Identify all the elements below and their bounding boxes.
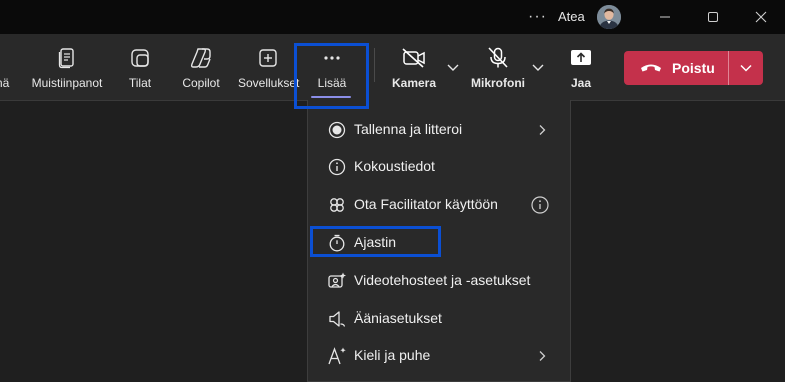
menu-item-label: Kokoustiedot [354,158,435,174]
avatar[interactable] [597,5,621,29]
notes-icon [56,47,78,69]
toolbar-item-label: mä [0,76,10,90]
toolbar-item-label: Muistiinpanot [31,76,103,90]
minimize-icon[interactable] [655,7,675,27]
maximize-icon[interactable] [703,7,723,27]
user-name: Atea [558,9,585,24]
toolbar-item-label: Kamera [391,76,437,90]
facilitator-info-icon[interactable] [530,195,550,215]
toolbar-item-more[interactable]: Lisää [309,34,355,100]
video-effects-icon [327,271,347,291]
camera-options-chevron-icon[interactable] [446,60,460,74]
camera-off-icon [401,47,427,69]
close-icon[interactable] [751,7,771,27]
menu-item-record-transcribe[interactable]: Tallenna ja litteroi [308,111,570,148]
toolbar-item-copilot[interactable]: Copilot [176,34,226,100]
chevron-right-icon [534,348,550,364]
toolbar-item-notes[interactable]: Muistiinpanot [27,34,107,100]
facilitator-icon [327,195,347,215]
toolbar-item-label: Mikrofoni [471,76,525,90]
toolbar-item-camera[interactable]: Kamera [388,34,440,100]
toolbar-item-microphone[interactable]: Mikrofoni [468,34,528,100]
timer-icon [327,233,347,253]
partial-icon [0,47,12,69]
title-bar: ··· Atea [0,0,785,34]
menu-item-label: Kieli ja puhe [354,347,431,363]
hang-up-icon [641,64,661,72]
menu-item-language-speech[interactable]: Kieli ja puhe [308,337,570,374]
leave-button-label: Poistu [672,60,715,76]
info-icon [327,157,347,177]
more-options-button[interactable]: ··· [528,8,547,26]
toolbar-item-rooms[interactable]: Tilat [120,34,160,100]
apps-icon [257,47,279,69]
menu-item-meeting-info[interactable]: Kokoustiedot [308,148,570,185]
microphone-options-chevron-icon[interactable] [531,60,545,74]
toolbar-item-apps[interactable]: Sovellukset [236,34,300,100]
toolbar-item-label: Tilat [128,76,152,90]
menu-item-label: Ajastin [354,234,397,250]
copilot-icon [189,47,213,69]
speaker-icon [327,309,347,329]
leave-options-button[interactable] [729,51,763,85]
menu-item-label: Tallenna ja litteroi [354,121,463,137]
toolbar-item-label: Sovellukset [238,76,300,90]
menu-item-video-effects[interactable]: Videotehosteet ja -asetukset [308,262,570,299]
chevron-right-icon [534,122,550,138]
chevron-down-icon [740,64,752,72]
toolbar-item-share[interactable]: Jaa [564,34,598,100]
toolbar-divider [374,48,375,82]
menu-item-label: Ota Facilitator käyttöön [354,196,498,212]
share-icon [569,47,593,69]
toolbar-item-partial[interactable]: mä [0,34,16,100]
menu-item-enable-facilitator[interactable]: Ota Facilitator käyttöön [308,186,570,223]
toolbar-item-label: Jaa [570,76,592,90]
toolbar-item-label: Lisää [317,76,347,90]
leave-button-main[interactable]: Poistu [624,51,728,85]
active-indicator [311,96,351,98]
leave-meeting-button[interactable]: Poistu [624,51,763,85]
record-icon [327,120,347,140]
language-icon [327,346,347,366]
menu-item-label: Ääniasetukset [354,310,442,326]
menu-item-label: Videotehosteet ja -asetukset [354,272,531,288]
menu-item-audio-settings[interactable]: Ääniasetukset [308,300,570,337]
mic-off-icon [486,47,510,69]
rooms-icon [129,47,151,69]
toolbar-item-label: Copilot [182,76,220,90]
more-actions-menu: Tallenna ja litteroi Kokoustiedot Ota Fa… [307,100,571,382]
menu-item-timer[interactable]: Ajastin [308,224,570,261]
more-icon [321,47,343,69]
